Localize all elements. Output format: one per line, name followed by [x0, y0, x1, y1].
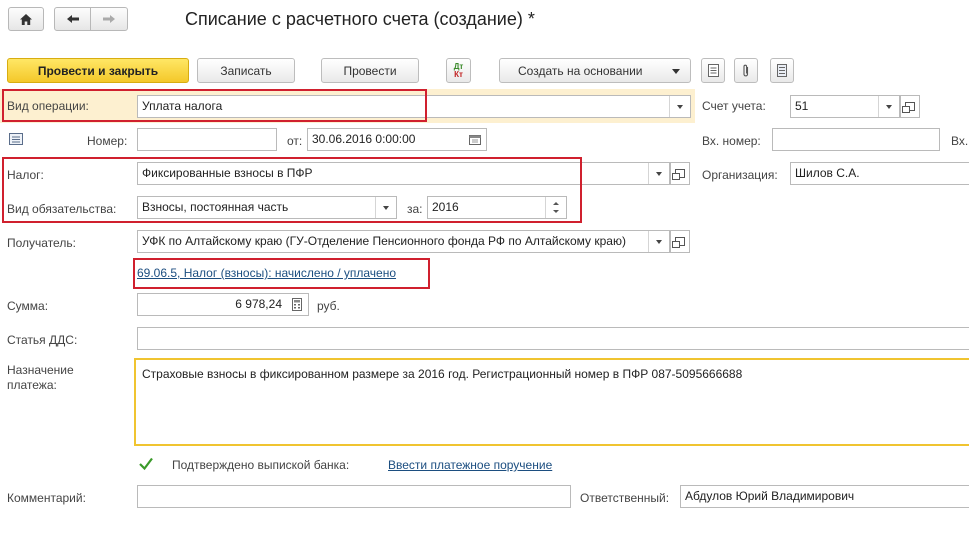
chevron-down-icon[interactable]: [878, 96, 899, 117]
tax-open-button[interactable]: [670, 162, 690, 185]
organization-field[interactable]: Шилов С.А.: [790, 162, 969, 185]
open-icon: [672, 237, 685, 248]
confirmed-label: Подтверждено выпиской банка:: [172, 458, 350, 472]
recipient-open-button[interactable]: [670, 230, 690, 253]
dt-kt-icon: Дт Кт: [453, 61, 464, 79]
recipient-select[interactable]: УФК по Алтайскому краю (ГУ-Отделение Пен…: [137, 230, 670, 253]
create-based-on-button[interactable]: Создать на основании: [499, 58, 691, 83]
purpose-label-line2: платежа:: [7, 378, 57, 392]
paperclip-icon: [743, 64, 749, 76]
chevron-up-icon[interactable]: [553, 202, 559, 205]
operation-label: Вид операции:: [7, 99, 89, 113]
post-button[interactable]: Провести: [321, 58, 419, 83]
account-open-button[interactable]: [900, 95, 920, 118]
in-number-label: Вх. номер:: [702, 134, 761, 148]
history-icon[interactable]: [9, 133, 23, 145]
obligation-select[interactable]: Взносы, постоянная часть: [137, 196, 397, 219]
calendar-icon[interactable]: [464, 129, 486, 150]
page-title: Списание с расчетного счета (создание) *: [185, 9, 535, 29]
purpose-textarea[interactable]: Страховые взносы в фиксированном размере…: [134, 358, 969, 446]
organization-label: Организация:: [702, 168, 778, 182]
amount-label: Сумма:: [7, 299, 49, 313]
chevron-down-icon[interactable]: [553, 210, 559, 213]
obligation-label: Вид обязательства:: [7, 202, 117, 216]
number-label: Номер:: [87, 134, 128, 148]
responsible-field[interactable]: Абдулов Юрий Владимирович: [680, 485, 969, 508]
comment-label: Комментарий:: [7, 491, 86, 505]
date-label: от:: [287, 134, 303, 148]
year-stepper[interactable]: [545, 197, 566, 218]
write-button[interactable]: Записать: [197, 58, 295, 83]
year-label: за:: [407, 202, 423, 216]
forward-button[interactable]: [90, 7, 128, 31]
amount-field[interactable]: 6 978,24: [137, 293, 309, 316]
tax-label: Налог:: [7, 168, 44, 182]
dds-field[interactable]: [137, 327, 969, 350]
chevron-down-icon: [672, 69, 680, 74]
responsible-label: Ответственный:: [580, 491, 670, 505]
operation-select[interactable]: Уплата налога: [137, 95, 691, 118]
list-icon: [777, 64, 787, 77]
account-label: Счет учета:: [702, 99, 766, 113]
comment-field[interactable]: [137, 485, 571, 508]
payment-order-link[interactable]: Ввести платежное поручение: [388, 458, 552, 472]
open-icon: [902, 102, 915, 113]
chevron-down-icon[interactable]: [375, 197, 396, 218]
number-field[interactable]: [137, 128, 277, 151]
account-entries-link[interactable]: 69.06.5, Налог (взносы): начислено / упл…: [137, 266, 396, 280]
home-button[interactable]: [8, 7, 44, 31]
year-field[interactable]: 2016: [427, 196, 567, 219]
home-icon: [20, 13, 32, 25]
calculator-icon[interactable]: [286, 294, 308, 315]
attach-button[interactable]: [734, 58, 758, 83]
open-icon: [672, 169, 685, 180]
recipient-label: Получатель:: [7, 236, 76, 250]
tax-select[interactable]: Фиксированные взносы в ПФР: [137, 162, 670, 185]
print-button[interactable]: [701, 58, 725, 83]
chevron-down-icon[interactable]: [648, 231, 669, 252]
more-actions-button[interactable]: [770, 58, 794, 83]
date-field[interactable]: 30.06.2016 0:00:00: [307, 128, 487, 151]
dds-label: Статья ДДС:: [7, 333, 78, 347]
confirmed-checkbox[interactable]: [138, 456, 154, 472]
account-select[interactable]: 51: [790, 95, 900, 118]
in-date-label: Вх.: [951, 134, 969, 148]
back-button[interactable]: [54, 7, 91, 31]
arrow-left-icon: [66, 15, 79, 23]
chevron-down-icon[interactable]: [669, 96, 690, 117]
post-and-close-button[interactable]: Провести и закрыть: [7, 58, 189, 83]
chevron-down-icon[interactable]: [648, 163, 669, 184]
dt-kt-button[interactable]: Дт Кт: [446, 58, 471, 83]
purpose-label-line1: Назначение: [7, 363, 74, 377]
document-icon: [707, 64, 719, 77]
currency-label: руб.: [317, 299, 340, 313]
arrow-right-icon: [103, 15, 115, 23]
in-number-field[interactable]: [772, 128, 940, 151]
